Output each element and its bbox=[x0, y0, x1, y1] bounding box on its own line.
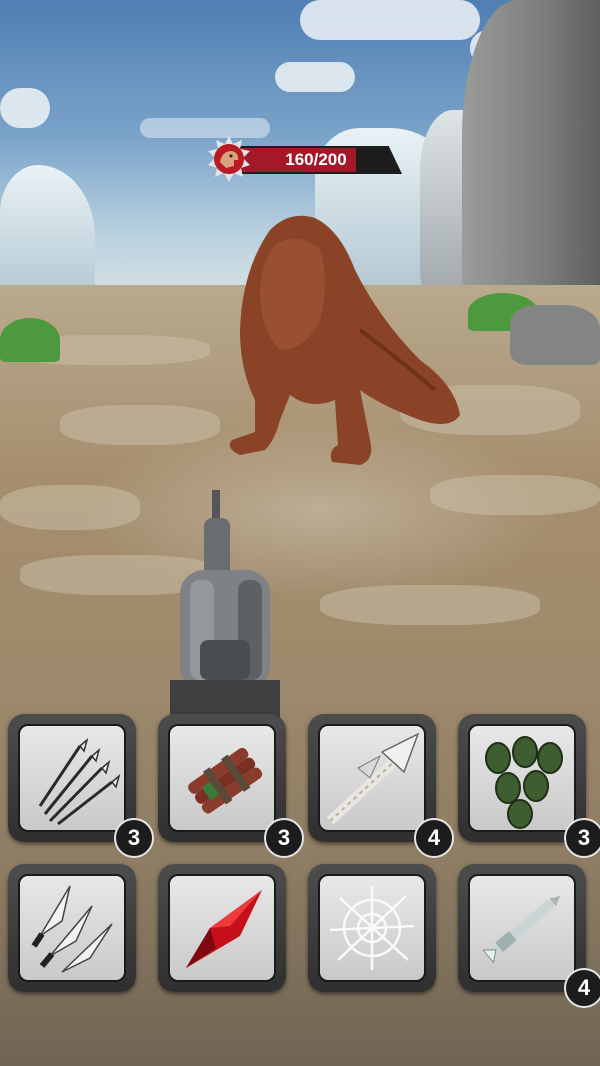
rock bbox=[510, 305, 600, 365]
weapon-inventory: 3 3 4 3 4 bbox=[0, 708, 600, 1008]
arrows-icon bbox=[38, 737, 121, 826]
slot-face bbox=[318, 874, 426, 982]
spear-icon bbox=[326, 732, 420, 825]
grenades-icon bbox=[485, 736, 563, 829]
slot-face bbox=[168, 874, 276, 982]
net-icon bbox=[329, 886, 415, 970]
slot-dart[interactable]: 4 bbox=[458, 864, 600, 1008]
slot-knives[interactable] bbox=[8, 864, 136, 992]
slot-grenades[interactable]: 3 bbox=[458, 714, 600, 858]
slot-spear[interactable]: 4 bbox=[308, 714, 454, 858]
slot-net[interactable] bbox=[308, 864, 436, 992]
count-badge: 4 bbox=[414, 818, 454, 858]
slot-face bbox=[468, 874, 576, 982]
dart-icon bbox=[482, 895, 561, 964]
count-badge: 3 bbox=[114, 818, 154, 858]
dinosaur-enemy[interactable] bbox=[220, 210, 470, 475]
crystal-icon bbox=[186, 890, 262, 968]
slot-face bbox=[18, 874, 126, 982]
slot-face bbox=[18, 724, 126, 832]
mounted-gun[interactable] bbox=[170, 490, 280, 720]
slot-face bbox=[318, 724, 426, 832]
slot-dynamite[interactable]: 3 bbox=[158, 714, 304, 858]
count-badge: 4 bbox=[564, 968, 600, 1008]
count-badge: 3 bbox=[564, 818, 600, 858]
count-badge: 3 bbox=[264, 818, 304, 858]
dynamite-icon bbox=[188, 747, 263, 814]
cloud bbox=[275, 62, 355, 92]
cloud bbox=[140, 118, 270, 138]
grass-tuft bbox=[0, 318, 60, 362]
cloud bbox=[300, 0, 480, 40]
health-text: 160/200 bbox=[285, 150, 347, 169]
slot-face bbox=[168, 724, 276, 832]
slot-crystal[interactable] bbox=[158, 864, 286, 992]
dinosaur-head-icon bbox=[208, 136, 250, 182]
knives-icon bbox=[31, 885, 113, 973]
slot-arrows[interactable]: 3 bbox=[8, 714, 154, 858]
enemy-health-hud: 160/200 bbox=[206, 136, 402, 182]
cloud bbox=[0, 88, 50, 128]
health-bar: 160/200 bbox=[236, 146, 402, 174]
slot-face bbox=[468, 724, 576, 832]
